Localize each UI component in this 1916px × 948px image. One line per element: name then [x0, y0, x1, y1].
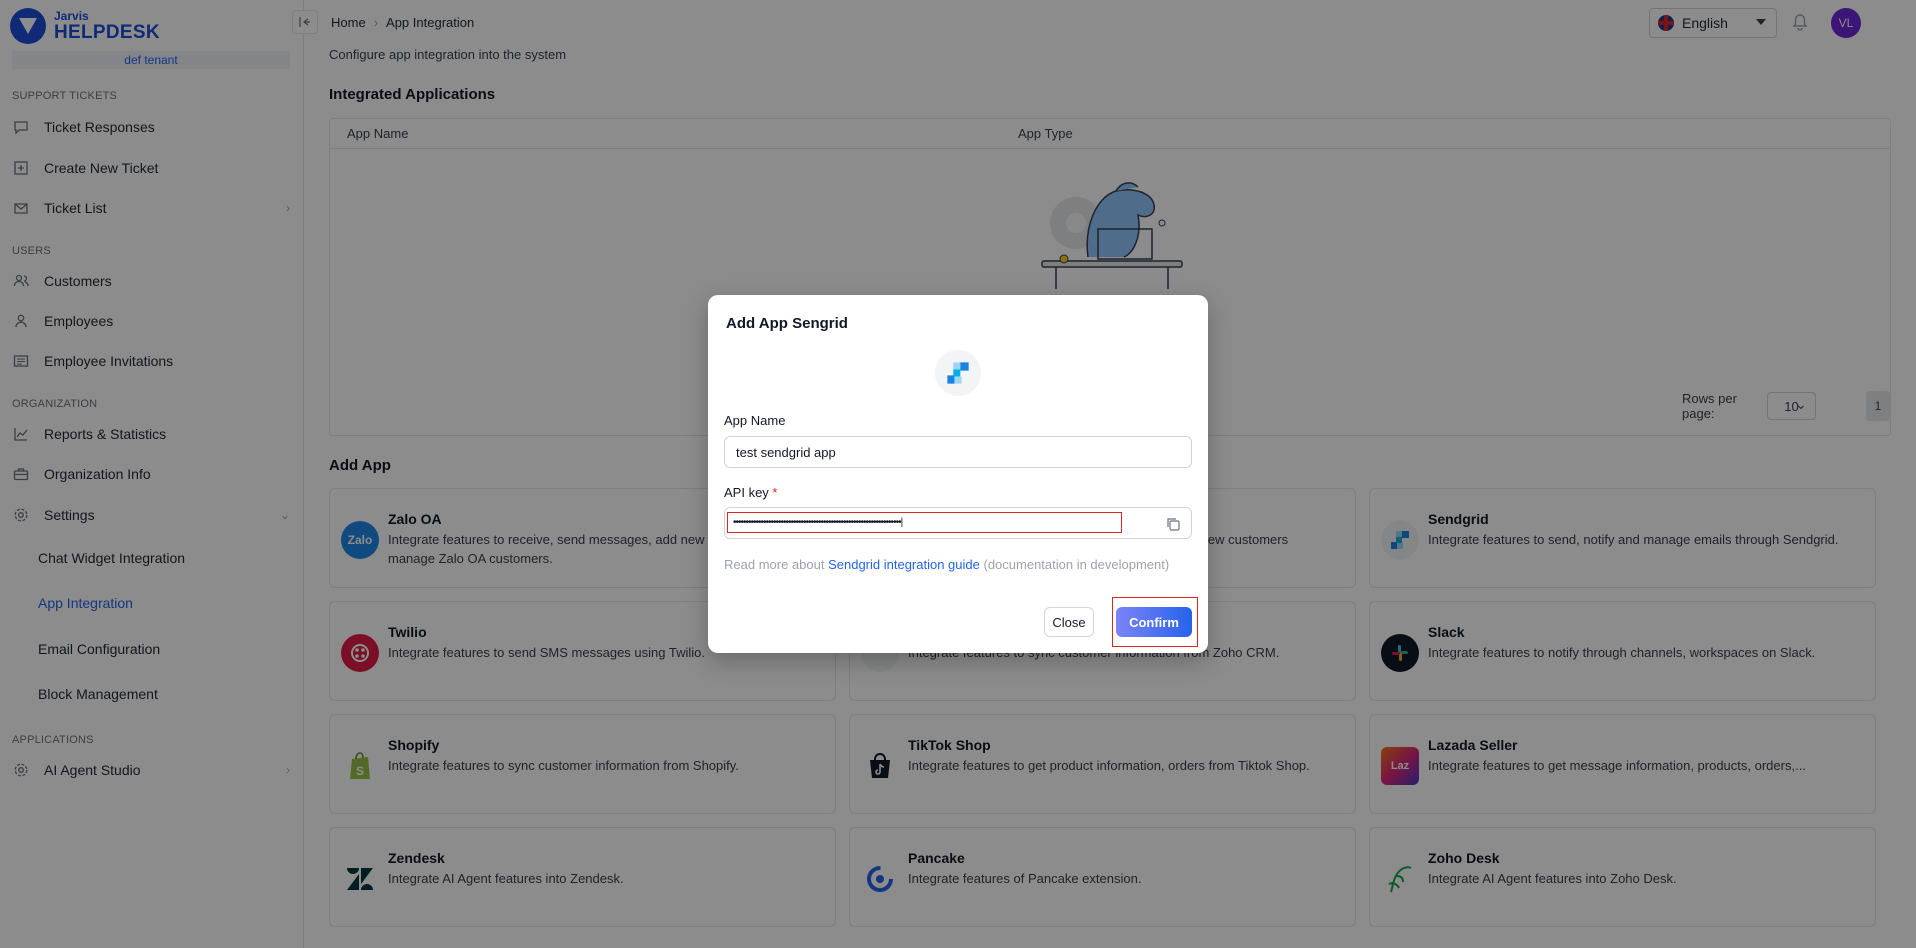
app-name-input[interactable]: test sendgrid app: [724, 436, 1192, 468]
api-key-label-text: API key: [724, 485, 769, 500]
required-asterisk: *: [772, 485, 778, 500]
copy-icon[interactable]: [1165, 516, 1181, 532]
close-button[interactable]: Close: [1044, 607, 1094, 637]
integration-guide-help: Read more about Sendgrid integration gui…: [724, 557, 1169, 572]
help-prefix: Read more about: [724, 557, 825, 572]
help-suffix: (documentation in development): [983, 557, 1170, 572]
api-key-input[interactable]: ••••••••••••••••••••••••••••••••••••••••…: [727, 512, 1122, 533]
sendgrid-guide-link[interactable]: Sendgrid integration guide: [828, 557, 980, 572]
app-name-label: App Name: [724, 413, 786, 428]
api-key-label: API key *: [724, 485, 777, 500]
confirm-button[interactable]: Confirm: [1116, 607, 1192, 637]
api-key-field: ••••••••••••••••••••••••••••••••••••••••…: [724, 507, 1192, 539]
modal-title: Add App Sengrid: [726, 315, 848, 332]
sendgrid-icon: [935, 350, 981, 396]
add-app-modal: Add App Sengrid App Name test sendgrid a…: [708, 295, 1208, 653]
